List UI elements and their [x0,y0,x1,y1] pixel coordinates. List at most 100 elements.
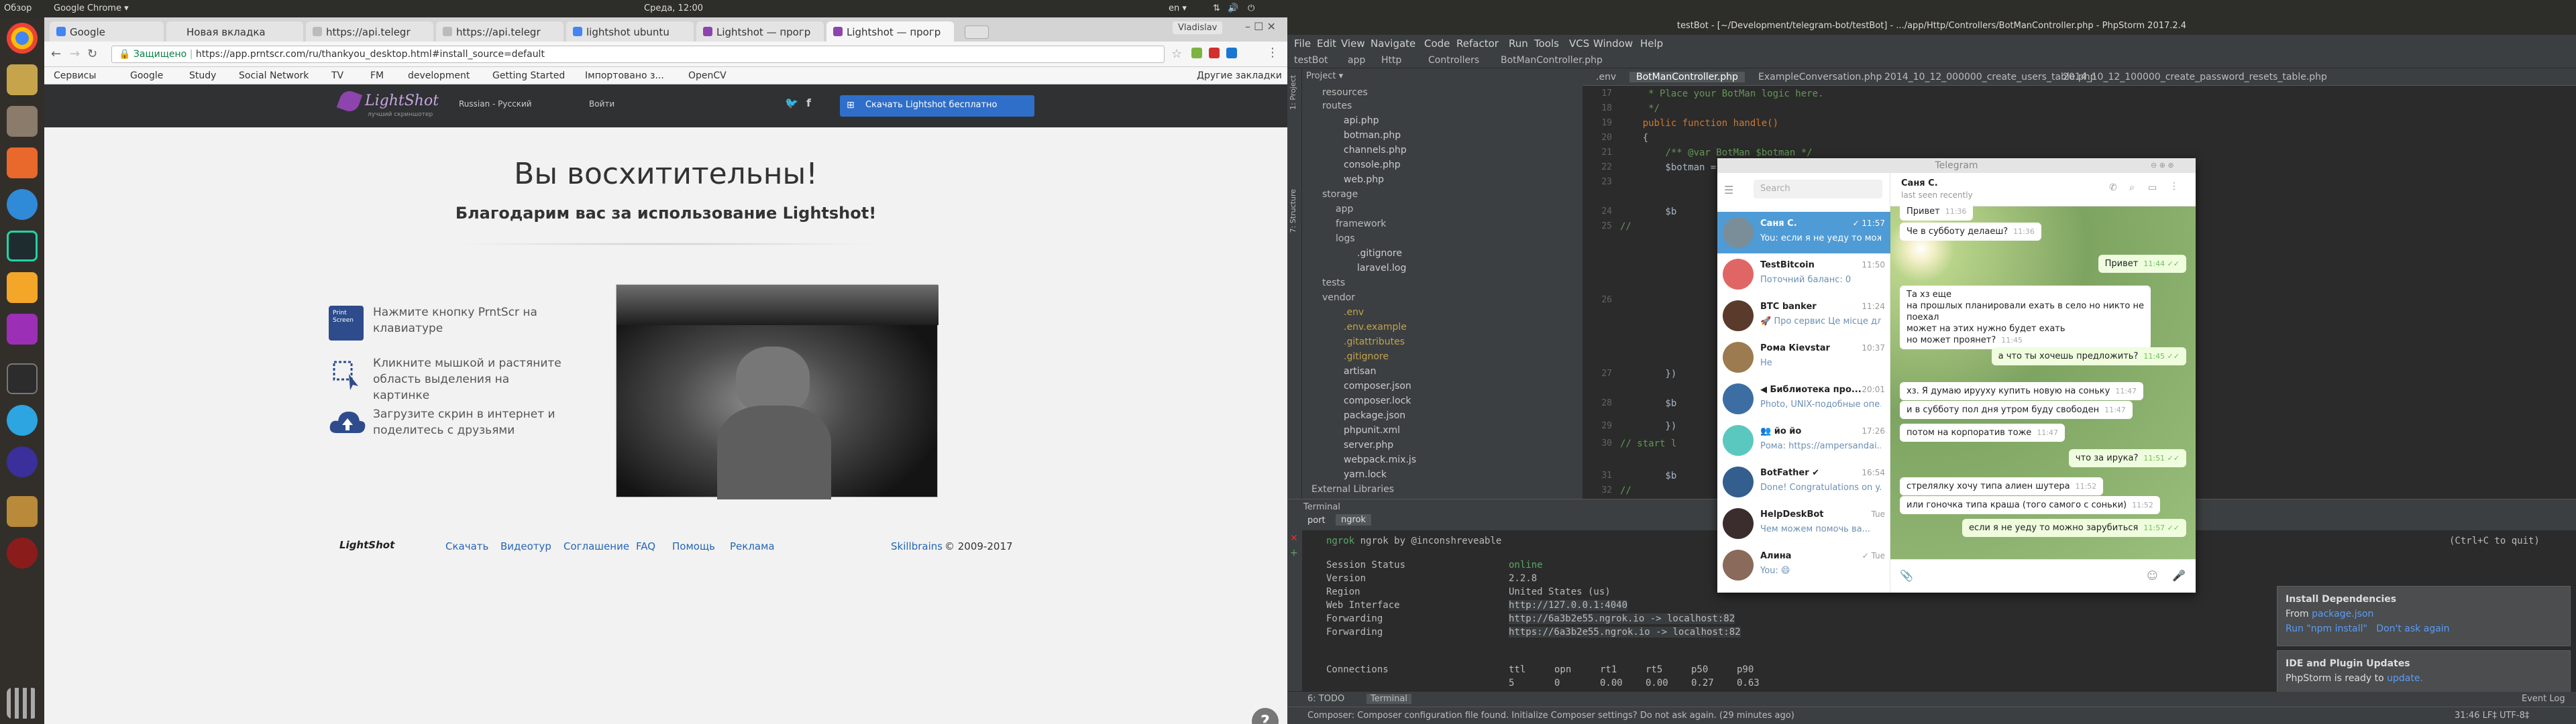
footer-link-download[interactable]: Скачать [445,540,488,552]
terminal-tab-port[interactable]: port [1307,516,1326,526]
code-line[interactable]: /** @var BotMan $botman */ [1620,147,1812,158]
tab-lightshot-2[interactable]: Lightshot — прогр [826,21,954,42]
reload-icon[interactable]: ↻ [87,47,97,61]
extension-icon[interactable] [1226,48,1237,58]
emoji-icon[interactable]: ☺ [2147,569,2158,582]
network-icon[interactable]: ⇅ [1213,3,1220,13]
tree-storage[interactable]: storage [1322,189,1358,200]
code-line[interactable]: // [1620,221,1631,232]
extension-icon[interactable] [1191,48,1202,58]
help-icon[interactable] [7,189,38,220]
keyboard-layout[interactable]: en ▾ [1169,3,1187,13]
tool-structure[interactable]: 7: Structure [1289,189,1297,233]
tab-telegram-api-2[interactable]: https://api.telegr [436,21,564,42]
menu-tools[interactable]: Tools [1534,38,1559,50]
message-bubble[interactable]: хз. Я думаю ирууху купить новую на соньк… [1900,382,2144,400]
message-bubble[interactable]: или гоночка типа краша (того самого с со… [1900,496,2160,514]
tree-external-libraries[interactable]: External Libraries [1311,484,1394,495]
tree-file[interactable]: artisan [1344,366,1376,377]
todo-tab[interactable]: 6: TODO [1307,694,1344,704]
url-input[interactable]: 🔒 Защищено | https://app.prntscr.com/ru/… [111,46,1165,63]
code-line[interactable]: public function handle() [1620,118,1778,129]
tree-folder[interactable]: logs [1336,233,1355,244]
editor-tab[interactable]: ExampleConversation.php [1758,72,1882,82]
message-bubble[interactable]: Че в субботу делаеш? 11:36 [1900,223,2041,241]
phpstorm-icon[interactable] [7,314,38,345]
webstorm-icon[interactable] [7,231,38,261]
bookmark-other[interactable]: Другие закладки [1197,70,1282,81]
editor-tab-active[interactable]: BotManController.php [1629,72,1745,82]
power-icon[interactable]: ⏻ [1248,3,1254,13]
ngrok-value[interactable]: https://6a3b2e55.ngrok.io -> localhost:8… [1509,627,1741,638]
bookmark-apps[interactable]: Сервисы [54,70,96,81]
call-icon[interactable]: ✆ [2109,182,2117,193]
footer-link-ads[interactable]: Реклама [730,540,775,552]
new-tab-button[interactable] [965,25,989,39]
clock[interactable]: Среда, 12:00 [644,3,703,13]
tree-vendor[interactable]: vendor [1322,292,1355,303]
tab-google[interactable]: Google [50,21,164,42]
tree-routes[interactable]: routes [1322,101,1352,111]
editor-tab[interactable]: 2014_10_12_100000_create_password_resets… [2063,72,2327,82]
menu-refactor[interactable]: Refactor [1456,38,1499,50]
status-position[interactable]: 31:46 LF‡ UTF-8‡ [2455,711,2529,721]
tree-file[interactable]: composer.lock [1344,396,1411,406]
hamburger-menu-icon[interactable]: ☰ [1724,184,1733,196]
chrome-menu-icon[interactable]: ⋮ [1267,46,1279,60]
bookmark-imported[interactable]: Імпортовано з... [585,70,664,81]
tree-file[interactable]: botman.php [1344,130,1401,141]
extension-icon[interactable] [1209,48,1220,58]
footer-logo[interactable]: LightShot [339,539,394,551]
skillbrains-link[interactable]: Skillbrains [891,540,943,552]
language-select[interactable]: Russian - Русский [459,99,532,109]
tree-file[interactable]: api.php [1344,115,1379,126]
search-icon[interactable]: ⌕ [2129,182,2135,193]
breadcrumb-file[interactable]: BotManController.php [1501,55,1603,66]
terminal-tab-ngrok[interactable]: ngrok [1336,514,1372,526]
message-bubble[interactable]: Привет 11:44 ✓✓ [2098,255,2186,273]
download-button[interactable]: ⊞ Скачать Lightshot бесплатно [840,95,1034,117]
menu-run[interactable]: Run [1509,38,1528,50]
menu-file[interactable]: File [1294,38,1311,50]
tree-folder[interactable]: framework [1336,219,1386,229]
tree-file[interactable]: package.json [1344,410,1405,421]
dont-ask-again-link[interactable]: Don't ask again [2376,623,2449,634]
tree-file[interactable]: .gitattributes [1344,337,1405,347]
tab-new[interactable]: Новая вкладка [166,21,303,42]
window-controls-icon[interactable]: ⊖ ⊕ ⊗ [2151,161,2174,170]
telegram-icon[interactable] [7,405,38,436]
chat-list-item[interactable]: 👥 йо йо Рома: https://ampersandai... 17:26 [1717,420,1890,461]
tree-file[interactable]: yarn.lock [1344,469,1387,480]
tree-file[interactable]: console.php [1344,160,1401,170]
message-bubble[interactable]: стрелялку хочу типа алиен шутера 11:52 [1900,477,2104,495]
npm-install-link[interactable]: Run "npm install" [2286,623,2367,634]
code-line[interactable]: // [1620,485,1631,496]
footer-link-agreement[interactable]: Соглашение [564,540,629,552]
code-line[interactable]: $b [1620,398,1676,409]
breadcrumb-app[interactable]: app [1348,55,1365,66]
sidebar-toggle-icon[interactable]: ▭ [2148,182,2157,193]
code-line[interactable]: */ [1620,103,1660,114]
breadcrumb-controllers[interactable]: Controllers [1428,55,1479,66]
project-view-select[interactable]: Project ▾ [1306,71,1343,81]
tree-file[interactable]: server.php [1344,440,1393,450]
message-bubble[interactable]: потом на корпоратив тоже 11:47 [1900,424,2065,442]
contact-name[interactable]: Саня С. [1901,178,1938,188]
tree-folder[interactable]: app [1336,204,1353,215]
tree-tests[interactable]: tests [1322,278,1345,288]
tab-lightshot-1[interactable]: Lightshot — прогр [696,21,824,42]
chat-list-item[interactable]: BotFather ✔ Done! Congratulations on y...… [1717,461,1890,503]
code-line[interactable]: { [1620,133,1648,143]
terminal-tab[interactable]: Terminal [1366,694,1411,704]
code-line[interactable]: }) [1620,369,1676,379]
bookmark-social[interactable]: Social Network [239,70,309,81]
overview-button[interactable]: Обзор [4,3,32,13]
code-line[interactable]: $b [1620,206,1676,217]
bookmark-getting-started[interactable]: Getting Started [492,70,565,81]
tree-resources[interactable]: resources [1322,87,1368,98]
message-bubble[interactable]: Та хз еще на прошлых планировали ехать в… [1900,286,2151,349]
tab-lightshot-search[interactable]: lightshot ubuntu [566,21,694,42]
tree-file[interactable]: .env [1344,307,1364,318]
menu-window[interactable]: Window [1593,38,1633,50]
wine-icon[interactable] [7,538,38,568]
